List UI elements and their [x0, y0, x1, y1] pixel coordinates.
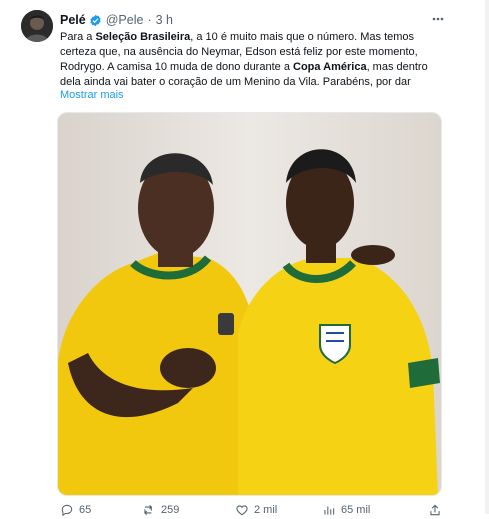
author-handle[interactable]: @Pele — [106, 13, 144, 27]
heart-icon — [236, 505, 248, 516]
author-avatar[interactable] — [21, 10, 53, 42]
tweet-text-part: Para a — [60, 31, 96, 43]
tweet-text-bold: Copa América — [293, 61, 367, 73]
reply-button[interactable]: 65 — [60, 503, 91, 517]
tweet-card[interactable]: Pelé @Pele · 3 h Para a Seleção Brasilei… — [0, 0, 489, 517]
like-count: 2 mil — [254, 504, 278, 516]
share-icon — [430, 504, 440, 516]
reply-count: 65 — [79, 504, 92, 516]
views-chart-icon — [324, 506, 335, 515]
verified-badge-icon — [89, 14, 102, 27]
tweet-text-bold: Seleção Brasileira — [95, 31, 191, 43]
separator-dot: · — [147, 13, 152, 27]
photo-illustration — [58, 113, 441, 495]
views-button[interactable]: 65 mil — [322, 503, 370, 517]
author-name[interactable]: Pelé — [60, 13, 86, 27]
tweet-timestamp[interactable]: 3 h — [156, 13, 173, 27]
retweet-count: 259 — [161, 504, 180, 516]
share-button[interactable] — [428, 503, 442, 517]
tweet-header: Pelé @Pele · 3 h — [60, 12, 173, 28]
reply-icon — [61, 504, 73, 517]
views-count: 65 mil — [341, 504, 371, 516]
retweet-icon — [144, 504, 153, 516]
tweet-actions: 65 259 2 mil 65 mil — [60, 503, 445, 519]
retweet-button[interactable]: 259 — [142, 503, 179, 517]
tweet-text: Para a Seleção Brasileira, a 10 é muito … — [60, 30, 445, 90]
tweet-photo[interactable] — [57, 112, 442, 496]
like-button[interactable]: 2 mil — [235, 503, 277, 517]
page-scrollbar[interactable] — [485, 0, 489, 514]
more-options-icon[interactable] — [431, 12, 445, 26]
show-more-link[interactable]: Mostrar mais — [60, 89, 124, 101]
